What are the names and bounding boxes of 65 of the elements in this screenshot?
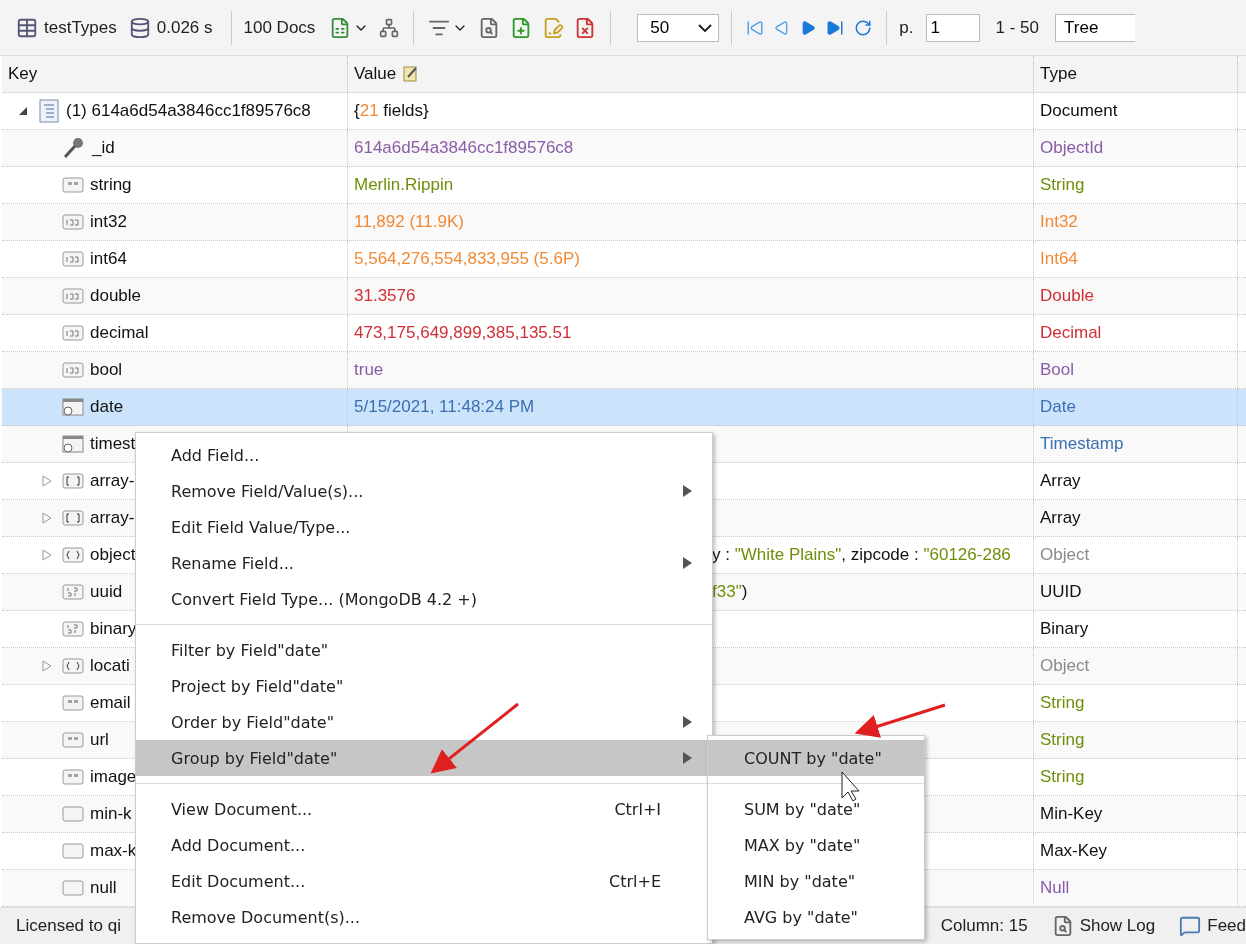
field-key: int64 xyxy=(90,249,127,269)
field-type: Array xyxy=(1040,508,1081,528)
field-key: date xyxy=(90,397,124,417)
column-header: Value xyxy=(354,64,397,84)
column-header: Key xyxy=(8,64,38,84)
field-key: max-k xyxy=(90,841,137,861)
field-type: Null xyxy=(1040,878,1070,898)
field-value: 473,175,649,899,385,135.51 xyxy=(354,323,572,343)
license-text: Licensed to qi xyxy=(16,916,121,936)
field-value: {21 fields} xyxy=(354,101,429,121)
field-key: array- xyxy=(90,471,135,491)
field-key: string xyxy=(90,175,132,195)
field-value: 31.3576 xyxy=(354,286,416,306)
field-type: UUID xyxy=(1040,582,1082,602)
field-type: Int32 xyxy=(1040,212,1078,232)
field-key: image xyxy=(90,767,137,787)
field-value: 5/15/2021, 11:48:24 PM xyxy=(354,397,535,417)
collection-name: testTypes xyxy=(44,17,117,38)
page-range: 1 - 50 xyxy=(995,17,1040,38)
field-key: timest xyxy=(90,434,136,454)
field-type: Document xyxy=(1040,101,1118,121)
field-key: array- xyxy=(90,508,135,528)
field-type: Date xyxy=(1040,397,1076,417)
column-header: Type xyxy=(1040,64,1077,84)
field-value: Merlin.Rippin xyxy=(354,175,454,195)
field-key: url xyxy=(90,730,109,750)
field-type: Timestamp xyxy=(1040,434,1124,454)
field-key: (1) 614a6d54a3846cc1f89576c8 xyxy=(66,101,311,121)
field-type: Int64 xyxy=(1040,249,1078,269)
field-value: y : "White Plains", zipcode : "60126-286 xyxy=(712,545,1011,565)
field-type: Binary xyxy=(1040,619,1089,639)
field-key: bool xyxy=(90,360,123,380)
field-type: Object xyxy=(1040,545,1090,565)
field-type: String xyxy=(1040,693,1085,713)
field-type: String xyxy=(1040,175,1085,195)
field-type: ObjectId xyxy=(1040,138,1104,158)
field-type: String xyxy=(1040,730,1085,750)
field-key: uuid xyxy=(90,582,123,602)
field-key: object xyxy=(90,545,136,565)
field-key: double xyxy=(90,286,142,306)
field-type: Max-Key xyxy=(1040,841,1108,861)
query-time: 0.026 s xyxy=(156,17,213,38)
field-value: f33") xyxy=(712,582,748,602)
field-type: Bool xyxy=(1040,360,1075,380)
field-key: int32 xyxy=(90,212,127,232)
field-key: locati xyxy=(90,656,130,676)
document-count: 100 Docs xyxy=(243,17,316,38)
field-value: 614a6d54a3846cc1f89576c8 xyxy=(354,138,574,158)
field-key: _id xyxy=(92,138,115,158)
field-type: Decimal xyxy=(1040,323,1102,343)
field-key: binary xyxy=(90,619,137,639)
field-type: Min-Key xyxy=(1040,804,1103,824)
field-key: decimal xyxy=(90,323,149,343)
page-label: p. xyxy=(899,17,914,38)
field-key: null xyxy=(90,878,117,898)
field-type: Array xyxy=(1040,471,1081,491)
cursor-column: Column: 15 xyxy=(940,916,1028,936)
field-value: 11,892 (11.9K) xyxy=(354,212,464,232)
field-value: true xyxy=(354,360,384,380)
field-type: Double xyxy=(1040,286,1094,306)
field-value: 5,564,276,554,833,955 (5.6P) xyxy=(354,249,580,269)
field-key: min-k xyxy=(90,804,132,824)
field-type: Object xyxy=(1040,656,1090,676)
field-type: String xyxy=(1040,767,1085,787)
field-key: email xyxy=(90,693,131,713)
